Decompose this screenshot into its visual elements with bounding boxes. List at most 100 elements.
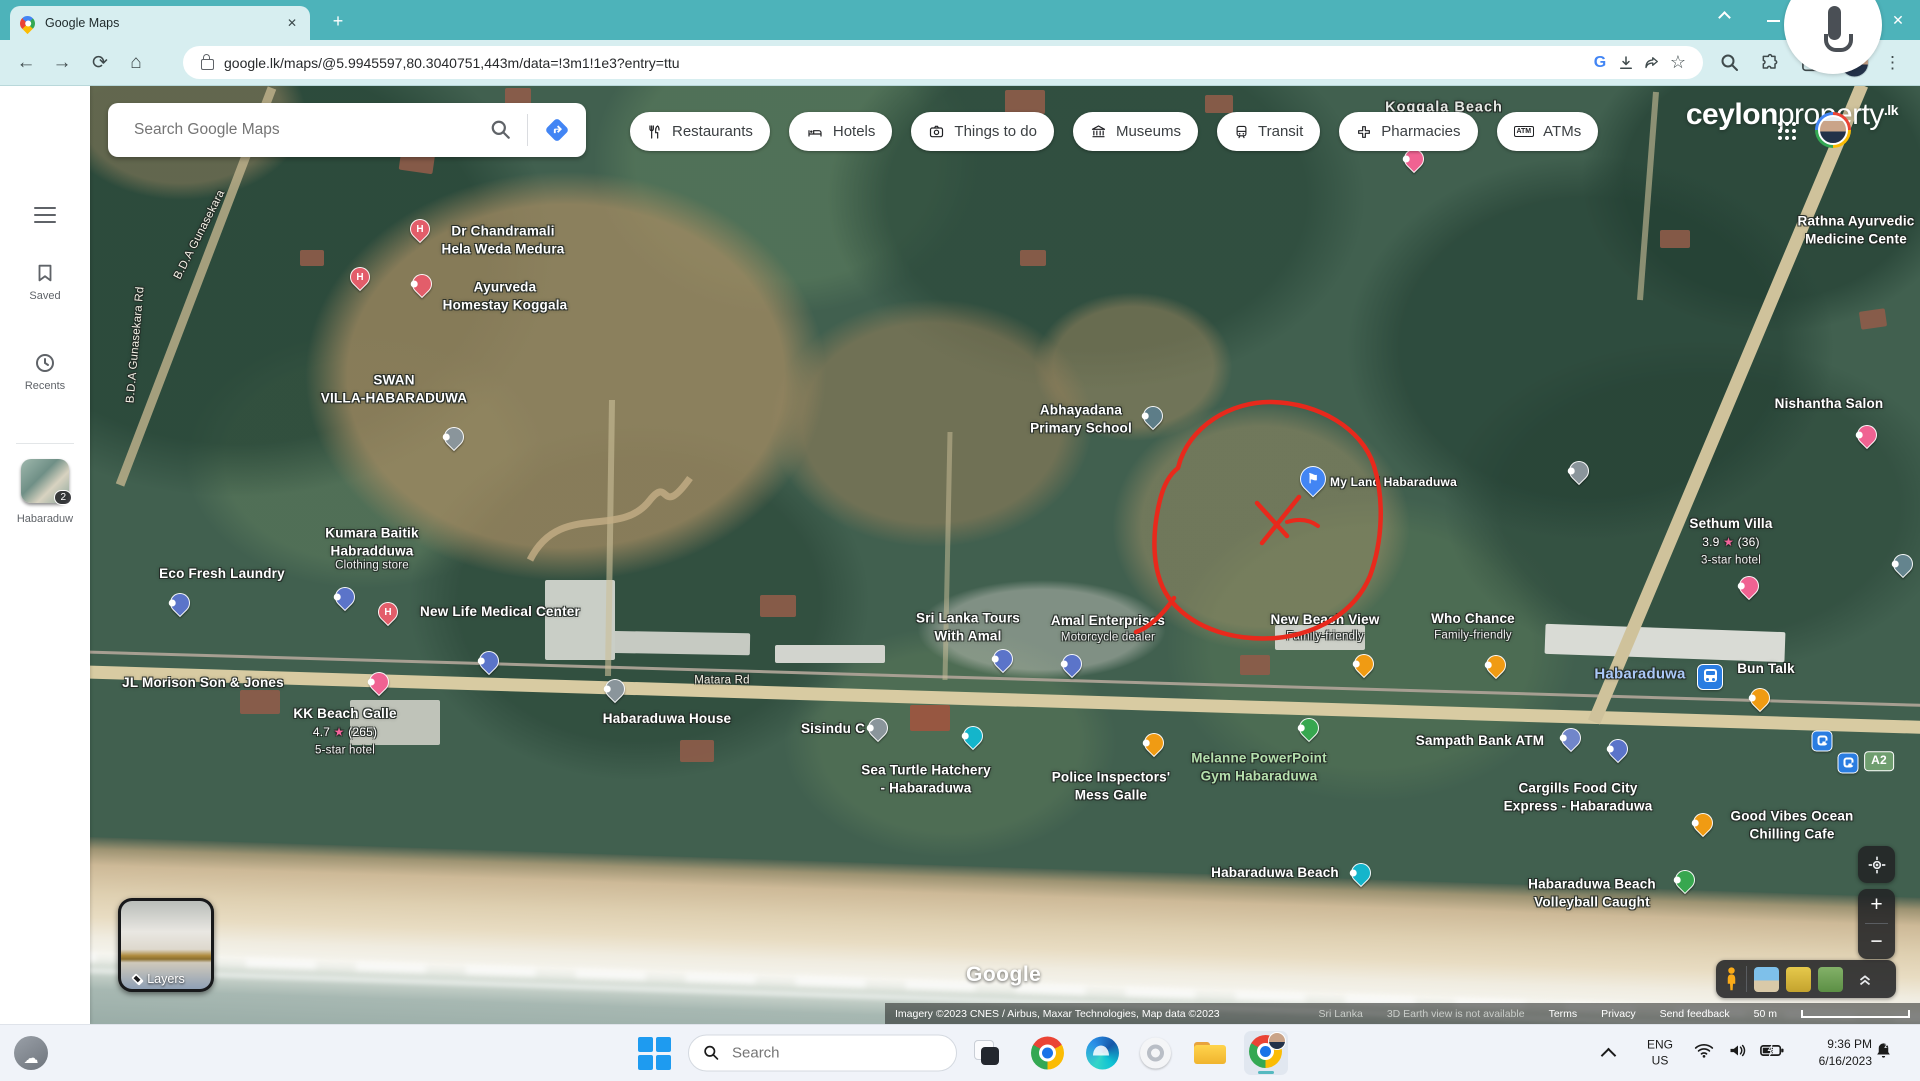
recent-count-badge: 2 [54, 490, 72, 505]
matara-road [90, 672, 1920, 728]
zoom-control [1858, 889, 1895, 959]
maps-search-box[interactable] [108, 103, 586, 157]
rail-divider [16, 443, 74, 444]
new-tab-button[interactable] [328, 12, 348, 32]
imagery-thumbnail[interactable] [1754, 967, 1779, 992]
find-in-page-icon[interactable] [1720, 53, 1740, 73]
expand-chevrons-icon[interactable] [1856, 970, 1874, 988]
app-ring-icon[interactable] [1140, 1038, 1171, 1069]
maps-account-avatar[interactable] [1815, 112, 1851, 148]
bookmark-icon [34, 261, 56, 285]
browser-tab-bar: Google Maps [0, 0, 1920, 40]
menu-hamburger-icon[interactable] [34, 207, 56, 223]
street-view-bar [1716, 960, 1896, 998]
imagery-thumbnail[interactable] [1786, 967, 1811, 992]
imagery-thumbnail[interactable] [1818, 967, 1843, 992]
chip-hotels[interactable]: Hotels [789, 112, 893, 151]
extensions-puzzle-icon[interactable] [1760, 53, 1780, 73]
download-icon[interactable] [1613, 54, 1639, 72]
earth-view-notice: 3D Earth view is not available [1387, 1008, 1525, 1020]
window-minimize-button[interactable] [1766, 12, 1782, 28]
volume-icon[interactable] [1728, 1043, 1748, 1064]
recent-place-label: Habaraduw [0, 513, 90, 525]
chip-pharmacies[interactable]: Pharmacies [1339, 112, 1477, 151]
url-text[interactable]: google.lk/maps/@5.9945597,80.3040751,443… [224, 55, 1587, 71]
google-apps-grid-icon[interactable] [1778, 122, 1798, 142]
chip-atms[interactable]: ATM ATMs [1497, 112, 1599, 151]
google-g-icon[interactable]: G [1587, 54, 1613, 72]
share-icon[interactable] [1639, 54, 1665, 72]
map-canvas[interactable] [90, 85, 1920, 1024]
region-label: Sri Lanka [1318, 1008, 1362, 1020]
zoom-out-button[interactable] [1858, 926, 1895, 958]
privacy-link[interactable]: Privacy [1601, 1008, 1635, 1020]
bookmark-star-icon[interactable]: ☆ [1665, 52, 1691, 73]
address-bar[interactable]: google.lk/maps/@5.9945597,80.3040751,443… [183, 46, 1703, 79]
taskbar-search-input[interactable] [730, 1044, 914, 1063]
browser-tab[interactable]: Google Maps [10, 6, 310, 40]
chrome-icon[interactable] [1031, 1037, 1064, 1070]
pegman-icon[interactable] [1724, 966, 1739, 992]
search-icon[interactable] [490, 119, 512, 141]
chip-museums[interactable]: Museums [1073, 112, 1198, 151]
attribution-bar: Imagery ©2023 CNES / Airbus, Maxar Techn… [885, 1003, 1920, 1024]
tray-time: 9:36 PM [1788, 1036, 1872, 1053]
imagery-credits: Imagery ©2023 CNES / Airbus, Maxar Techn… [895, 1008, 1220, 1020]
hotels-icon [806, 124, 824, 140]
google-maps-favicon [17, 12, 38, 33]
send-feedback-link[interactable]: Send feedback [1660, 1008, 1730, 1020]
layers-control[interactable]: Layers [118, 898, 214, 992]
sidebar-item-recents[interactable]: Recents [0, 351, 90, 392]
chip-label: Restaurants [672, 123, 753, 140]
reload-icon[interactable]: ⟳ [86, 51, 114, 74]
google-logo: Google [966, 963, 1041, 987]
taskbar-search-box[interactable] [688, 1035, 957, 1072]
notification-bell-icon[interactable]: z [1874, 1041, 1893, 1066]
browser-menu-dots-icon[interactable]: ⋮ [1884, 53, 1901, 73]
museums-icon [1090, 124, 1107, 140]
chrome-profile-badge [1268, 1032, 1286, 1050]
junction-road [1594, 85, 1862, 722]
side-lane [945, 432, 950, 680]
my-location-button[interactable] [1858, 846, 1895, 883]
edge-icon[interactable] [1086, 1037, 1119, 1070]
language-indicator[interactable]: ENGUS [1640, 1037, 1680, 1068]
browser-toolbar: ← → ⟳ ⌂ google.lk/maps/@5.9945597,80.304… [0, 40, 1920, 86]
maps-side-rail: Saved Recents 2 Habaraduw [0, 85, 90, 1024]
home-icon[interactable]: ⌂ [122, 52, 150, 74]
clock-display[interactable]: 9:36 PM6/16/2023 [1788, 1036, 1872, 1070]
start-button[interactable] [637, 1036, 671, 1070]
chip-things-to-do[interactable]: Things to do [911, 112, 1054, 151]
chip-label: ATMs [1543, 123, 1581, 140]
recents-clock-icon [33, 351, 57, 375]
file-explorer-icon[interactable] [1193, 1036, 1227, 1070]
battery-icon[interactable] [1760, 1044, 1784, 1063]
saved-label: Saved [0, 290, 90, 302]
terms-link[interactable]: Terms [1549, 1008, 1578, 1020]
tab-search-chevron-icon[interactable] [1718, 12, 1732, 26]
category-chips-row: Restaurants Hotels Things to do Museums … [630, 112, 1598, 151]
lock-icon [201, 59, 214, 70]
tab-title: Google Maps [45, 16, 284, 30]
chip-label: Pharmacies [1381, 123, 1460, 140]
tray-chevron-icon[interactable] [1600, 1044, 1618, 1062]
transit-icon [1234, 124, 1249, 140]
window-close-button[interactable] [1890, 12, 1906, 28]
recent-place-thumbnail[interactable]: 2 [21, 459, 69, 503]
wifi-icon[interactable] [1694, 1043, 1714, 1064]
task-view-icon[interactable] [972, 1038, 1002, 1068]
zoom-in-button[interactable] [1858, 889, 1895, 921]
pharmacies-icon [1356, 124, 1372, 140]
back-icon[interactable]: ← [12, 52, 40, 74]
windows-taskbar: ENGUS 9:36 PM6/16/2023 z [0, 1024, 1920, 1081]
tab-close-icon[interactable] [284, 15, 300, 31]
side-lane [1640, 92, 1656, 300]
forward-icon[interactable]: → [48, 52, 76, 74]
chip-restaurants[interactable]: Restaurants [630, 112, 770, 151]
maps-search-input[interactable] [132, 120, 466, 140]
directions-icon[interactable] [542, 115, 572, 145]
sidebar-item-saved[interactable]: Saved [0, 261, 90, 302]
chip-transit[interactable]: Transit [1217, 112, 1320, 151]
chrome-active-window-icon[interactable] [1244, 1031, 1288, 1075]
widgets-icon[interactable] [14, 1036, 48, 1070]
